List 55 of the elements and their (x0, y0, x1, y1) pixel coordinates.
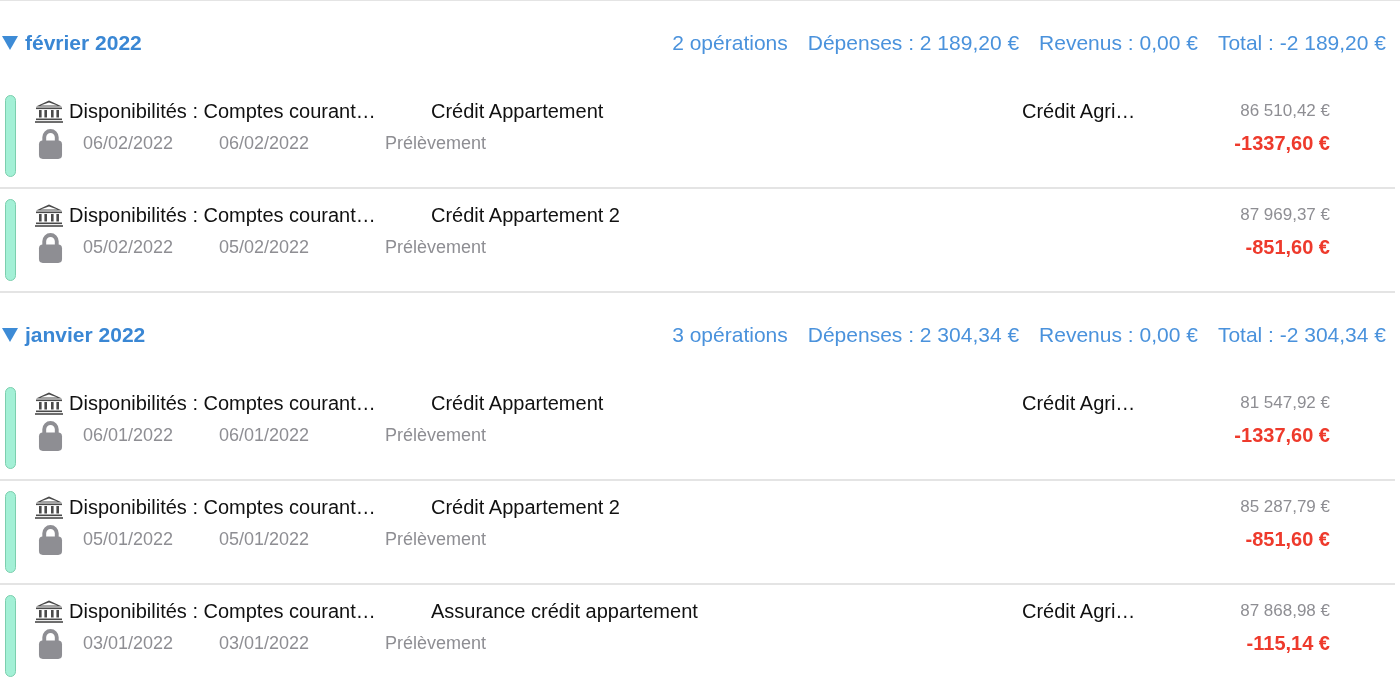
balance: 85 287,79 € (1240, 497, 1330, 517)
value-date: 03/01/2022 (219, 632, 310, 653)
bank-icon (35, 203, 63, 227)
payment-type: Prélèvement (385, 528, 487, 549)
transaction-date: 05/02/2022 (83, 236, 174, 257)
transaction-date: 03/01/2022 (83, 632, 174, 653)
amount: -851,60 € (1245, 527, 1330, 551)
balance: 81 547,92 € (1240, 393, 1330, 413)
payment-type: Prélèvement (385, 632, 487, 653)
month-summary-text: Dépenses : 2 304,34 € (807, 323, 1020, 347)
description: Crédit Appartement 2 (431, 203, 621, 227)
transaction-date: 06/02/2022 (83, 132, 174, 153)
amount: -115,14 € (1246, 631, 1330, 655)
account-name: Disponibilités : Comptes courant… (69, 599, 377, 623)
amount: -1337,60 € (1234, 131, 1330, 155)
description: Assurance crédit appartement (431, 599, 699, 623)
transaction-date: 06/01/2022 (83, 424, 174, 445)
account-name: Disponibilités : Comptes courant… (69, 391, 377, 415)
bank-icon (35, 495, 63, 519)
description: Crédit Appartement (431, 391, 605, 415)
disclosure-triangle-icon[interactable] (2, 36, 18, 50)
description: Crédit Appartement 2 (431, 495, 621, 519)
description: Crédit Appartement (431, 99, 605, 123)
value-date: 06/02/2022 (219, 132, 310, 153)
month-title[interactable]: janvier 2022 (25, 323, 146, 347)
value-date: 05/01/2022 (219, 528, 310, 549)
payment-type: Prélèvement (385, 236, 487, 257)
amount: -1337,60 € (1234, 423, 1330, 447)
bank-icon (35, 391, 63, 415)
account-name: Disponibilités : Comptes courant… (69, 99, 377, 123)
bank-icon (35, 99, 63, 123)
month-summary-text: 2 opérations (672, 31, 788, 55)
month-summary-text: 3 opérations (672, 323, 788, 347)
account-name: Disponibilités : Comptes courant… (69, 203, 377, 227)
month-summary-text: Revenus : 0,00 € (1039, 323, 1198, 347)
payee: Crédit Agri… (1022, 599, 1136, 622)
bank-icon (35, 599, 63, 623)
balance: 87 969,37 € (1240, 205, 1330, 225)
amount: -851,60 € (1245, 235, 1330, 259)
month-summary-text: Total : -2 189,20 € (1217, 31, 1386, 55)
balance: 86 510,42 € (1240, 101, 1330, 121)
value-date: 06/01/2022 (219, 424, 310, 445)
transaction-date: 05/01/2022 (83, 528, 174, 549)
account-name: Disponibilités : Comptes courant… (69, 495, 377, 519)
payee: Crédit Agri… (1022, 99, 1136, 122)
payment-type: Prélèvement (385, 424, 487, 445)
balance: 87 868,98 € (1240, 601, 1330, 621)
month-summary-text: Revenus : 0,00 € (1039, 31, 1198, 55)
disclosure-triangle-icon[interactable] (2, 328, 18, 342)
month-title[interactable]: février 2022 (25, 31, 142, 55)
payment-type: Prélèvement (385, 132, 487, 153)
payee: Crédit Agri… (1022, 391, 1136, 414)
month-summary-text: Dépenses : 2 189,20 € (807, 31, 1020, 55)
value-date: 05/02/2022 (219, 236, 310, 257)
month-summary-text: Total : -2 304,34 € (1217, 323, 1386, 347)
